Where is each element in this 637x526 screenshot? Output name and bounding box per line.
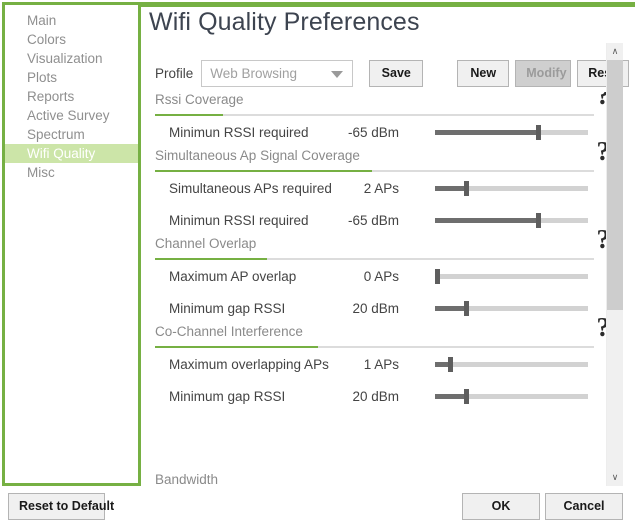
setting-value: 0 APs [363,268,399,284]
setting-value: 2 APs [363,180,399,196]
section-title: Co-Channel Interference [155,324,303,339]
setting-row: Minimun RSSI required -65 dBm [141,204,608,236]
reset-to-default-button[interactable]: Reset to Default [8,493,114,520]
setting-label: Minimun RSSI required [169,212,309,228]
setting-row: Minimun RSSI required -65 dBm [141,116,608,148]
sidebar-item-reports[interactable]: Reports [5,87,138,106]
chevron-down-icon [331,70,344,78]
setting-label: Minimum gap RSSI [169,388,286,404]
preferences-content: Wifi Quality Preferences Profile Web Bro… [141,2,635,486]
setting-value: 20 dBm [352,300,399,316]
preferences-sidebar: Main Colors Visualization Plots Reports Activ… [2,2,141,486]
setting-value: -65 dBm [347,124,399,140]
setting-value: 20 dBm [352,388,399,404]
setting-value: -65 dBm [347,212,399,228]
section-header: Simultaneous Ap Signal Coverage? [155,138,608,172]
sidebar-item-plots[interactable]: Plots [5,68,138,87]
slider-thumb[interactable] [463,181,469,196]
setting-label: Simultaneous APs required [169,180,332,196]
slider-track[interactable] [435,362,588,367]
settings-section: Channel Overlap?Maximum AP overlap0 APsM… [141,226,608,324]
scroll-down-icon[interactable]: ∨ [607,469,623,486]
slider-thumb[interactable] [535,125,541,140]
slider-fill [435,218,538,223]
dialog-footer: Reset to Default OK Cancel [0,487,637,526]
sections-list: Rssi Coverage? Minimun RSSI required -65 d… [141,92,608,412]
section-header: Rssi Coverage? [155,92,608,116]
setting-slider[interactable] [435,180,588,196]
save-button[interactable]: Save [369,59,424,87]
section-title: Simultaneous Ap Signal Coverage [155,148,360,163]
setting-slider[interactable] [434,268,588,284]
setting-slider[interactable] [435,356,588,372]
accent-bar [141,2,635,7]
slider-thumb[interactable] [434,269,440,284]
setting-row: Minimum gap RSSI 20 dBm [141,380,608,412]
preferences-window: Main Colors Visualization Plots Reports Activ… [0,0,637,526]
setting-row: Maximum AP overlap 0 APs [141,260,608,292]
settings-scroll-area: Rssi Coverage? Minimun RSSI required -65 d… [141,92,608,486]
settings-section: Simultaneous Ap Signal Coverage?Simultan… [141,138,608,236]
setting-slider[interactable] [435,388,588,404]
profile-dropdown-value: Web Browsing [210,65,298,81]
sidebar-item-active-survey[interactable]: Active Survey [5,106,138,125]
sidebar-item-colors[interactable]: Colors [5,30,138,49]
slider-thumb[interactable] [448,357,454,372]
modify-button[interactable]: Modify [515,59,572,87]
setting-row: Minimum gap RSSI 20 dBm [141,292,608,324]
page-title: Wifi Quality Preferences [149,8,420,36]
setting-slider[interactable] [435,124,588,140]
slider-track[interactable] [435,274,588,279]
vertical-scrollbar[interactable]: ∧ ∨ [606,43,623,486]
setting-row: Simultaneous APs required 2 APs [141,172,608,204]
slider-fill [435,394,466,399]
ok-button[interactable]: OK [462,493,540,520]
slider-thumb[interactable] [535,213,541,228]
cancel-button[interactable]: Cancel [545,493,623,520]
profile-label: Profile [155,65,194,81]
scrollbar-thumb[interactable] [607,60,623,310]
sidebar-list: Main Colors Visualization Plots Reports Activ… [5,11,138,182]
new-button[interactable]: New [457,59,510,87]
sidebar-item-wifi-quality[interactable]: Wifi Quality [5,144,138,163]
sidebar-item-spectrum[interactable]: Spectrum [5,125,138,144]
section-title-bandwidth: Bandwidth [155,472,219,486]
settings-section: Rssi Coverage? Minimun RSSI required -65 d… [141,92,608,148]
setting-value: 1 APs [363,356,399,372]
setting-row: Maximum overlapping APs 1 APs [141,348,608,380]
setting-label: Maximum overlapping APs [169,356,329,372]
settings-section: Co-Channel Interference?Maximum overlapp… [141,314,608,412]
slider-fill [435,130,538,135]
setting-slider[interactable] [435,212,588,228]
section-header: Co-Channel Interference? [155,314,608,348]
setting-slider[interactable] [435,300,588,316]
setting-label: Maximum AP overlap [169,268,297,284]
slider-fill [435,306,466,311]
section-title: Channel Overlap [155,236,257,251]
sidebar-item-visualization[interactable]: Visualization [5,49,138,68]
slider-thumb[interactable] [463,301,469,316]
profile-toolbar: Profile Web Browsing Save New Modify Res… [155,59,630,87]
section-title: Rssi Coverage [155,92,244,107]
profile-dropdown[interactable]: Web Browsing [201,59,354,87]
sidebar-item-misc[interactable]: Misc [5,163,138,182]
setting-label: Minimun RSSI required [169,124,309,140]
sidebar-item-main[interactable]: Main [5,11,138,30]
slider-fill [435,186,466,191]
section-header: Channel Overlap? [155,226,608,260]
scroll-up-icon[interactable]: ∧ [607,43,623,60]
setting-label: Minimum gap RSSI [169,300,286,316]
slider-thumb[interactable] [463,389,469,404]
